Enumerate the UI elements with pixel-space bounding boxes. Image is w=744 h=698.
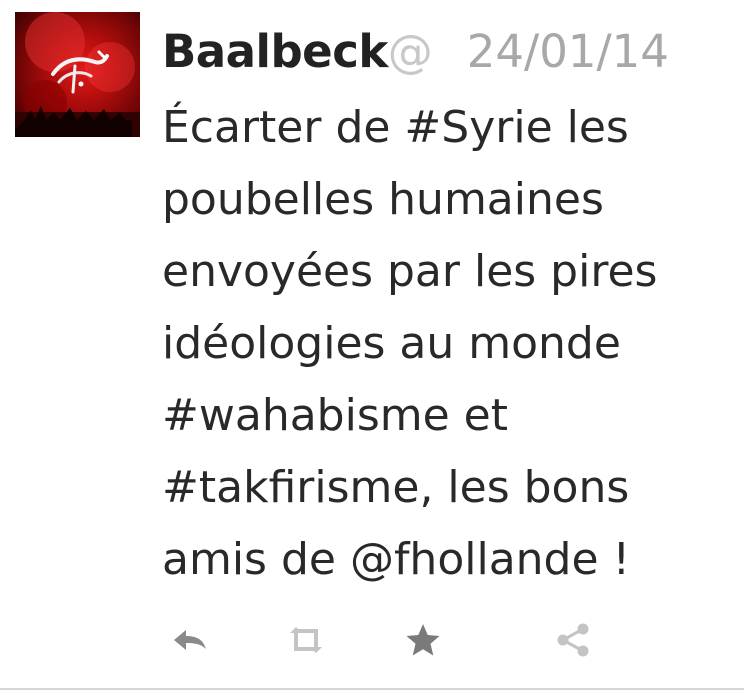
- reply-icon: [174, 630, 206, 650]
- retweet-icon: [290, 627, 322, 653]
- tweet-date[interactable]: 24/01/14: [467, 25, 669, 78]
- retweet-button[interactable]: [284, 618, 328, 662]
- tweet-header: Baalbeck@ 24/01/14: [162, 22, 669, 82]
- share-icon: [557, 623, 589, 657]
- reply-button[interactable]: [168, 618, 212, 662]
- divider: [0, 688, 744, 690]
- avatar[interactable]: [15, 12, 140, 137]
- author-name[interactable]: Baalbeck: [162, 25, 388, 78]
- tweet-card: Baalbeck@ 24/01/14 Écarter de #Syrie les …: [0, 0, 744, 690]
- star-icon: [406, 624, 440, 656]
- favorite-button[interactable]: [401, 618, 445, 662]
- avatar-image: [15, 12, 140, 137]
- share-button[interactable]: [551, 618, 595, 662]
- author-handle[interactable]: @: [388, 25, 433, 78]
- tweet-actions: [0, 618, 744, 664]
- tweet-text: Écarter de #Syrie les poubelles humaines…: [162, 102, 658, 585]
